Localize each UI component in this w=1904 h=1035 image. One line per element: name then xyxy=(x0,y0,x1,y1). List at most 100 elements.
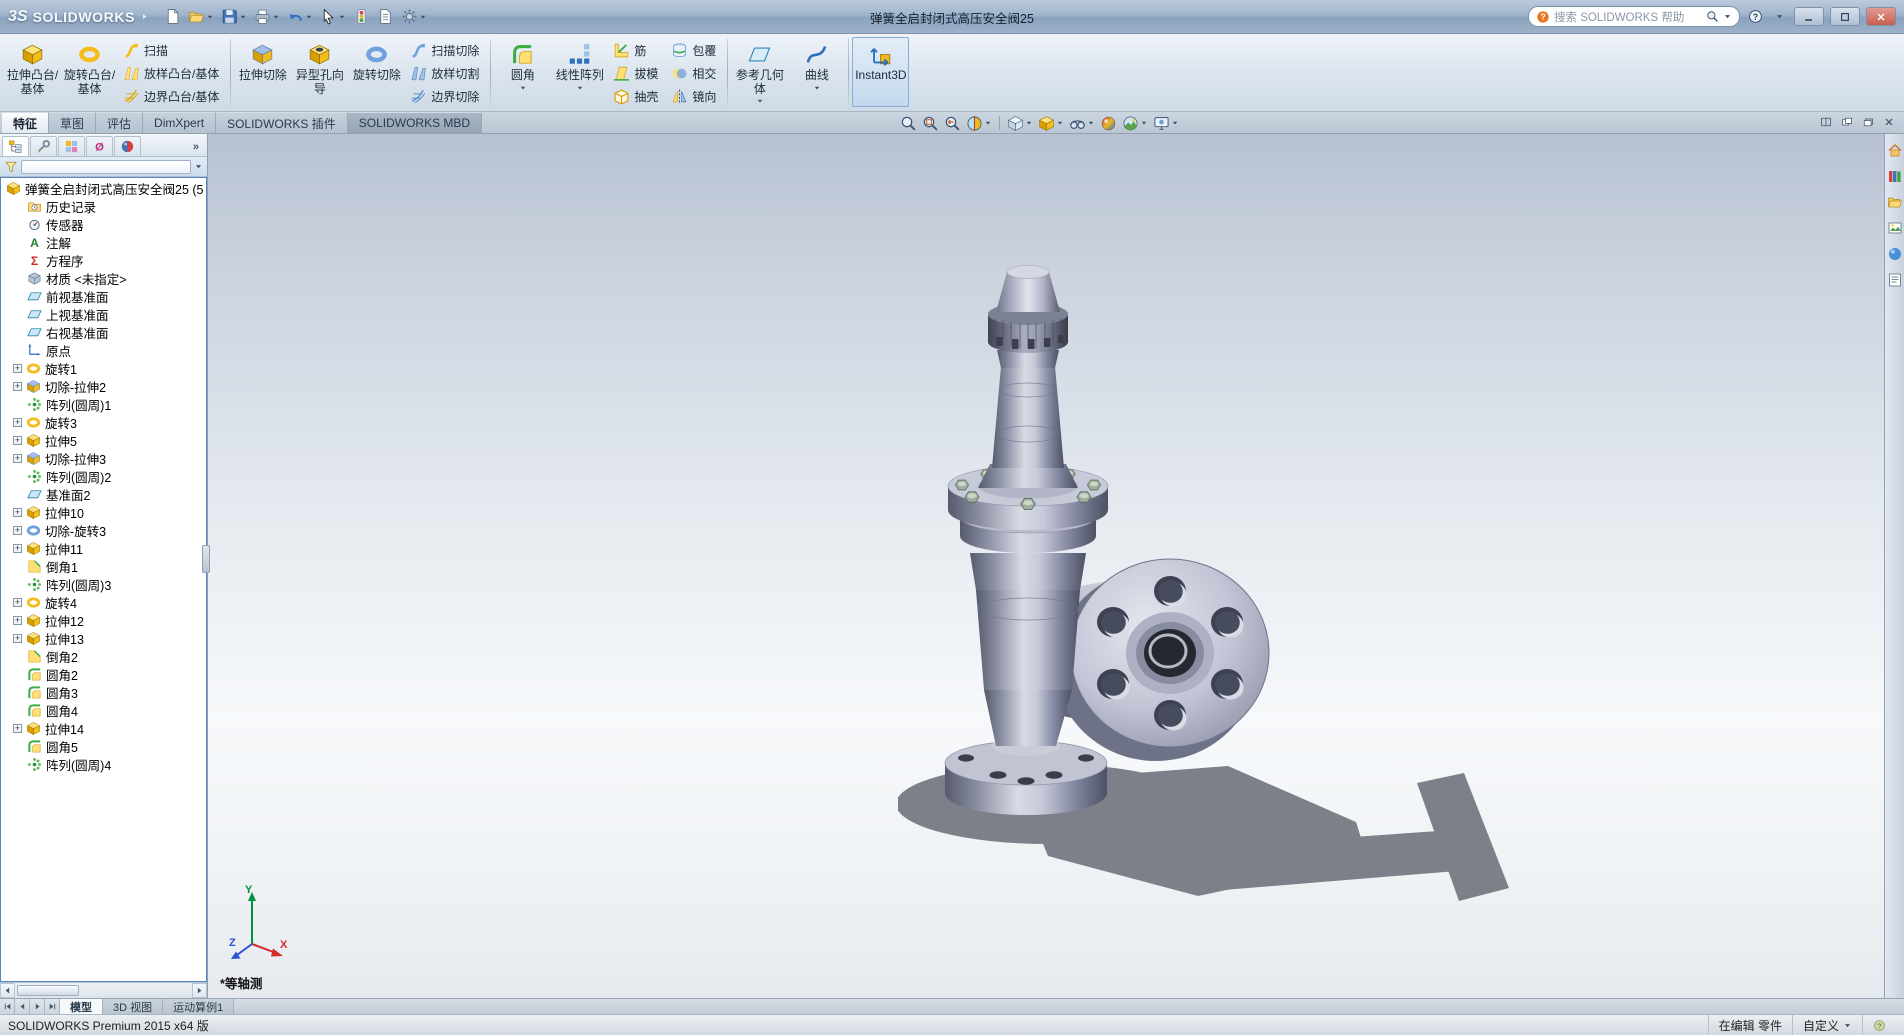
filter-input[interactable] xyxy=(21,160,191,174)
dimxpertmanager-tab[interactable]: Ø xyxy=(86,136,113,156)
swept-boss-button[interactable]: 扫描 xyxy=(120,39,225,62)
tree-item[interactable]: 圆角3 xyxy=(1,683,206,701)
reference-geometry-button[interactable]: 参考几何体 xyxy=(731,37,788,107)
tree-item[interactable]: +拉伸11 xyxy=(1,539,206,557)
tree-item[interactable]: 阵列(圆周)2 xyxy=(1,467,206,485)
expand-toggle[interactable]: + xyxy=(13,382,22,391)
scroll-right-button[interactable] xyxy=(192,983,207,998)
help-menu-caret[interactable] xyxy=(1770,7,1788,27)
tree-item[interactable]: 传感器 xyxy=(1,215,206,233)
rebuild-button[interactable] xyxy=(350,5,373,29)
undo-button[interactable] xyxy=(284,5,316,29)
tree-item[interactable]: 圆角2 xyxy=(1,665,206,683)
tree-item[interactable]: Σ方程序 xyxy=(1,251,206,269)
extruded-cut-button[interactable]: 拉伸切除 xyxy=(234,37,291,107)
panel-splitter-grip[interactable] xyxy=(202,545,210,573)
search-magnifier-icon[interactable] xyxy=(1706,10,1719,23)
tree-item[interactable]: 阵列(圆周)4 xyxy=(1,755,206,773)
tree-item[interactable]: +拉伸12 xyxy=(1,611,206,629)
configurationmanager-tab[interactable] xyxy=(58,136,85,156)
open-document-button[interactable] xyxy=(185,5,217,29)
tree-item[interactable]: +旋转1 xyxy=(1,359,206,377)
wrap-button[interactable]: 包覆 xyxy=(668,39,722,62)
expand-toggle[interactable]: + xyxy=(13,526,22,535)
zoom-to-area-button[interactable] xyxy=(920,113,941,133)
tree-item[interactable]: +切除-拉伸3 xyxy=(1,449,206,467)
tree-item[interactable]: +旋转3 xyxy=(1,413,206,431)
file-properties-button[interactable] xyxy=(374,5,397,29)
save-button[interactable] xyxy=(218,5,250,29)
tree-item[interactable]: +拉伸5 xyxy=(1,431,206,449)
quick-tips-button[interactable]: ? xyxy=(1862,1015,1896,1035)
scroll-left-button[interactable] xyxy=(0,983,15,998)
tree-item[interactable]: 材质 <未指定> xyxy=(1,269,206,287)
rib-button[interactable]: 筋 xyxy=(610,39,664,62)
bottom-tab-3d-views[interactable]: 3D 视图 xyxy=(103,999,163,1014)
tree-item[interactable]: +切除-旋转3 xyxy=(1,521,206,539)
window-cascade-button[interactable] xyxy=(1838,114,1856,130)
tree-item[interactable]: +拉伸13 xyxy=(1,629,206,647)
tree-item[interactable]: A注解 xyxy=(1,233,206,251)
revolved-cut-button[interactable]: 旋转切除 xyxy=(348,37,405,107)
close-button[interactable] xyxy=(1866,7,1896,26)
tab-features[interactable]: 特征 xyxy=(2,112,49,133)
custom-status-selector[interactable]: 自定义 xyxy=(1792,1015,1862,1035)
scrollbar-thumb[interactable] xyxy=(17,985,79,996)
new-document-button[interactable] xyxy=(161,5,184,29)
featuremanager-tab[interactable] xyxy=(2,136,29,156)
apply-scene-button[interactable] xyxy=(1120,113,1150,133)
bottom-tab-model[interactable]: 模型 xyxy=(60,999,103,1014)
view-orientation-button[interactable] xyxy=(1005,113,1035,133)
file-explorer-tab[interactable] xyxy=(1887,194,1903,210)
curves-button[interactable]: 曲线 xyxy=(788,37,845,107)
tab-solidworks-mbd[interactable]: SOLIDWORKS MBD xyxy=(348,112,482,133)
edit-appearance-button[interactable] xyxy=(1098,113,1119,133)
tree-item[interactable]: 圆角4 xyxy=(1,701,206,719)
tree-item[interactable]: 历史记录 xyxy=(1,197,206,215)
tree-item[interactable]: 倒角1 xyxy=(1,557,206,575)
window-layout-button[interactable] xyxy=(1817,114,1835,130)
expand-toggle[interactable]: + xyxy=(13,634,22,643)
tree-item[interactable]: +拉伸10 xyxy=(1,503,206,521)
displaymanager-tab[interactable] xyxy=(114,136,141,156)
filter-caret-icon[interactable] xyxy=(194,162,203,171)
maximize-button[interactable] xyxy=(1830,7,1860,26)
view-settings-button[interactable] xyxy=(1151,113,1181,133)
search-box[interactable]: ? 搜索 SOLIDWORKS 帮助 xyxy=(1528,6,1740,27)
panel-tabs-overflow[interactable]: » xyxy=(193,141,205,156)
expand-toggle[interactable]: + xyxy=(13,616,22,625)
last-tab-button[interactable] xyxy=(45,999,60,1014)
shell-button[interactable]: 抽壳 xyxy=(610,85,664,108)
tree-item[interactable]: 阵列(圆周)1 xyxy=(1,395,206,413)
tree-item[interactable]: 右视基准面 xyxy=(1,323,206,341)
lofted-boss-button[interactable]: 放样凸台/基体 xyxy=(120,62,225,85)
boundary-boss-button[interactable]: 边界凸台/基体 xyxy=(120,85,225,108)
expand-toggle[interactable]: + xyxy=(13,364,22,373)
tree-item[interactable]: 倒角2 xyxy=(1,647,206,665)
tree-item[interactable]: 圆角5 xyxy=(1,737,206,755)
instant3d-button[interactable]: Instant3D xyxy=(852,37,909,107)
prev-tab-button[interactable] xyxy=(15,999,30,1014)
appearances-scenes-tab[interactable] xyxy=(1887,246,1903,262)
expand-toggle[interactable]: + xyxy=(13,418,22,427)
fillet-button[interactable]: 圆角 xyxy=(494,37,551,107)
view-palette-tab[interactable] xyxy=(1887,220,1903,236)
hole-wizard-button[interactable]: 异型孔向导 xyxy=(291,37,348,107)
select-button[interactable] xyxy=(317,5,349,29)
tab-dimxpert[interactable]: DimXpert xyxy=(143,112,216,133)
section-view-button[interactable] xyxy=(964,113,994,133)
swept-cut-button[interactable]: 扫描切除 xyxy=(407,39,485,62)
tree-item[interactable]: 上视基准面 xyxy=(1,305,206,323)
tab-evaluate[interactable]: 评估 xyxy=(96,112,143,133)
boundary-cut-button[interactable]: 边界切除 xyxy=(407,85,485,108)
tree-item[interactable]: 基准面2 xyxy=(1,485,206,503)
window-close-button[interactable] xyxy=(1880,114,1898,130)
tree-item[interactable]: +切除-拉伸2 xyxy=(1,377,206,395)
expand-toggle[interactable]: + xyxy=(13,598,22,607)
menu-expand-icon[interactable] xyxy=(140,12,149,21)
safety-valve-3d-model[interactable] xyxy=(898,238,1538,938)
tree-root-item[interactable]: 弹簧全启封闭式高压安全阀25 (5 xyxy=(1,179,206,197)
design-library-tab[interactable] xyxy=(1887,168,1903,184)
search-scope-caret-icon[interactable] xyxy=(1723,12,1732,21)
minimize-button[interactable] xyxy=(1794,7,1824,26)
